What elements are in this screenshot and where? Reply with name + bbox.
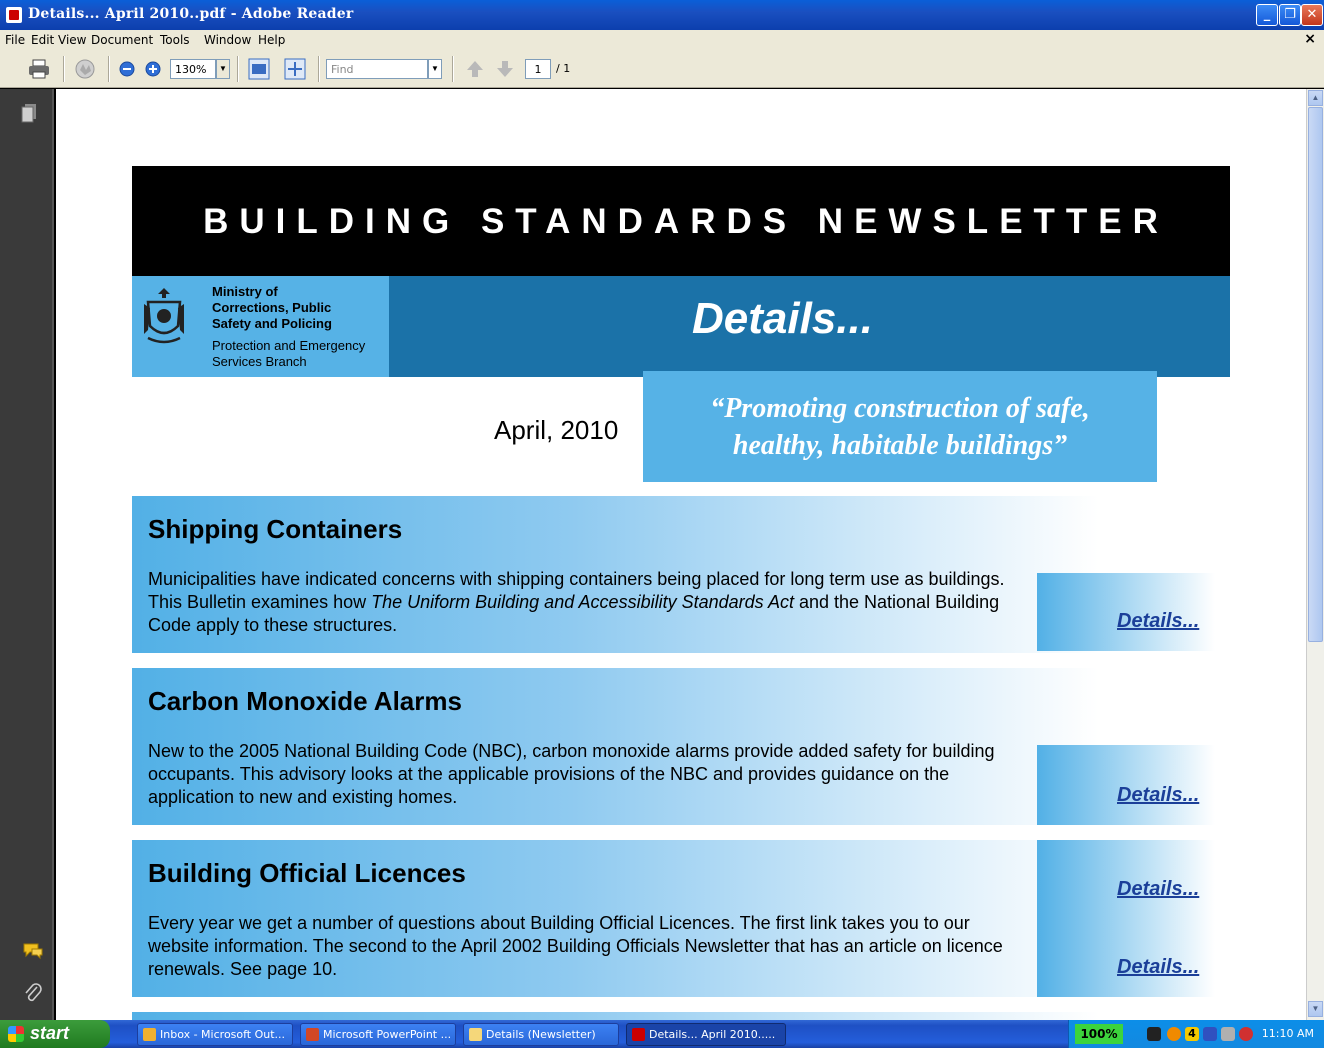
notification-count-badge[interactable]: 4: [1185, 1027, 1199, 1041]
tray-arrow-icon[interactable]: [1167, 1027, 1181, 1041]
outlook-icon: [143, 1028, 156, 1041]
title-bar: Details... April 2010..pdf - Adobe Reade…: [0, 0, 1324, 30]
window-title: Details... April 2010..pdf - Adobe Reade…: [28, 6, 354, 22]
adobe-reader-icon: [632, 1028, 645, 1041]
fit-page-icon[interactable]: [283, 58, 307, 80]
adobe-reader-icon: [6, 7, 22, 23]
restore-button[interactable]: ❐: [1279, 4, 1301, 26]
article-link-box: Details... Details...: [1037, 840, 1215, 997]
menu-tools[interactable]: Tools: [160, 33, 190, 47]
toolbar-separator: [108, 56, 110, 82]
menu-file[interactable]: File: [5, 33, 25, 47]
windows-logo-icon: [8, 1026, 24, 1042]
details-masthead: Details...: [389, 276, 1230, 377]
zoom-level-field[interactable]: 130%: [170, 59, 216, 79]
folder-icon: [469, 1028, 482, 1041]
zoom-out-icon[interactable]: [118, 58, 136, 80]
fit-width-icon[interactable]: [247, 58, 271, 80]
details-logo-text: Details...: [692, 294, 873, 343]
next-page-icon[interactable]: [494, 58, 516, 80]
ministry-block: Ministry of Corrections, Public Safety a…: [132, 276, 389, 377]
article-next-partial: [132, 1012, 1230, 1020]
slogan-box: “Promoting construction of safe, healthy…: [643, 371, 1157, 482]
hand-tool-icon[interactable]: [72, 58, 98, 80]
battery-status[interactable]: 100%: [1075, 1024, 1123, 1044]
details-link-website[interactable]: Details...: [1117, 878, 1199, 901]
saskatchewan-crest-icon: [144, 288, 184, 344]
menu-view[interactable]: View: [58, 33, 86, 47]
find-dropdown-button[interactable]: ▼: [428, 59, 442, 79]
scrollbar-thumb[interactable]: [1308, 107, 1323, 642]
article-body: Every year we get a number of questions …: [148, 913, 1003, 979]
article-heading: Shipping Containers: [148, 514, 403, 544]
scroll-down-button[interactable]: ▼: [1308, 1001, 1323, 1017]
toolbar-separator: [63, 56, 65, 82]
article-carbon-monoxide-alarms: Carbon Monoxide Alarms New to the 2005 N…: [132, 668, 1230, 825]
users-icon[interactable]: [1239, 1027, 1253, 1041]
toolbar-separator: [237, 56, 239, 82]
clock: 11:10 AM: [1261, 1027, 1314, 1040]
details-link[interactable]: Details...: [1117, 610, 1199, 633]
menu-window[interactable]: Window: [204, 33, 251, 47]
start-button[interactable]: start: [0, 1020, 110, 1048]
comments-panel-icon[interactable]: [22, 941, 44, 961]
issue-date: April, 2010: [494, 415, 619, 445]
navigation-panel: [0, 89, 54, 1020]
newsletter-banner-title: BUILDING STANDARDS NEWSLETTER: [132, 166, 1230, 276]
page-number-field[interactable]: 1: [525, 59, 551, 79]
pages-panel-icon[interactable]: [20, 103, 38, 125]
details-link-newsletter[interactable]: Details...: [1117, 956, 1199, 979]
menu-document[interactable]: Document: [91, 33, 153, 47]
article-body: New to the 2005 National Building Code (…: [148, 741, 995, 807]
article-building-official-licences: Building Official Licences Every year we…: [132, 840, 1230, 997]
start-label: start: [30, 1023, 70, 1043]
close-document-button[interactable]: ×: [1304, 31, 1316, 47]
article-heading: Building Official Licences: [148, 858, 466, 888]
minimize-button[interactable]: _: [1256, 4, 1278, 26]
network-icon[interactable]: [1221, 1027, 1235, 1041]
article-shipping-containers: Shipping Containers Municipalities have …: [132, 496, 1230, 653]
task-outlook[interactable]: Inbox - Microsoft Out...: [137, 1023, 293, 1046]
find-field[interactable]: Find: [326, 59, 428, 79]
menu-help[interactable]: Help: [258, 33, 285, 47]
scroll-up-button[interactable]: ▲: [1308, 90, 1323, 106]
menu-edit[interactable]: Edit: [31, 33, 54, 47]
article-link-box: Details...: [1037, 745, 1215, 825]
zoom-in-icon[interactable]: [144, 58, 162, 80]
toolbar: 130% ▼ Find ▼ 1 / 1: [0, 50, 1324, 88]
task-adobe-reader[interactable]: Details... April 2010.....: [626, 1023, 786, 1046]
article-body: Municipalities have indicated concerns w…: [148, 569, 1005, 635]
close-button[interactable]: ✕: [1301, 4, 1323, 26]
menu-bar: File Edit View Document Tools Window Hel…: [0, 30, 1324, 50]
task-details-folder[interactable]: Details (Newsletter): [463, 1023, 619, 1046]
toolbar-separator: [452, 56, 454, 82]
article-heading: Carbon Monoxide Alarms: [148, 686, 462, 716]
task-powerpoint[interactable]: Microsoft PowerPoint ...: [300, 1023, 456, 1046]
page-total: / 1: [556, 62, 571, 75]
vertical-scrollbar[interactable]: ▲ ▼: [1306, 89, 1324, 1020]
system-tray: 100% 4 11:10 AM: [1068, 1020, 1324, 1048]
details-link[interactable]: Details...: [1117, 784, 1199, 807]
zoom-dropdown-button[interactable]: ▼: [216, 59, 230, 79]
previous-page-icon[interactable]: [464, 58, 486, 80]
taskbar: start Inbox - Microsoft Out... Microsoft…: [0, 1020, 1324, 1048]
ministry-name: Ministry of Corrections, Public Safety a…: [212, 284, 332, 331]
powerpoint-icon: [306, 1028, 319, 1041]
article-link-box: Details...: [1037, 573, 1215, 651]
power-plug-icon[interactable]: [1147, 1027, 1161, 1041]
security-shield-icon[interactable]: [1203, 1027, 1217, 1041]
attachments-panel-icon[interactable]: [22, 981, 44, 1005]
branch-name: Protection and Emergency Services Branch: [212, 338, 366, 369]
print-icon[interactable]: [27, 58, 51, 80]
toolbar-separator: [318, 56, 320, 82]
